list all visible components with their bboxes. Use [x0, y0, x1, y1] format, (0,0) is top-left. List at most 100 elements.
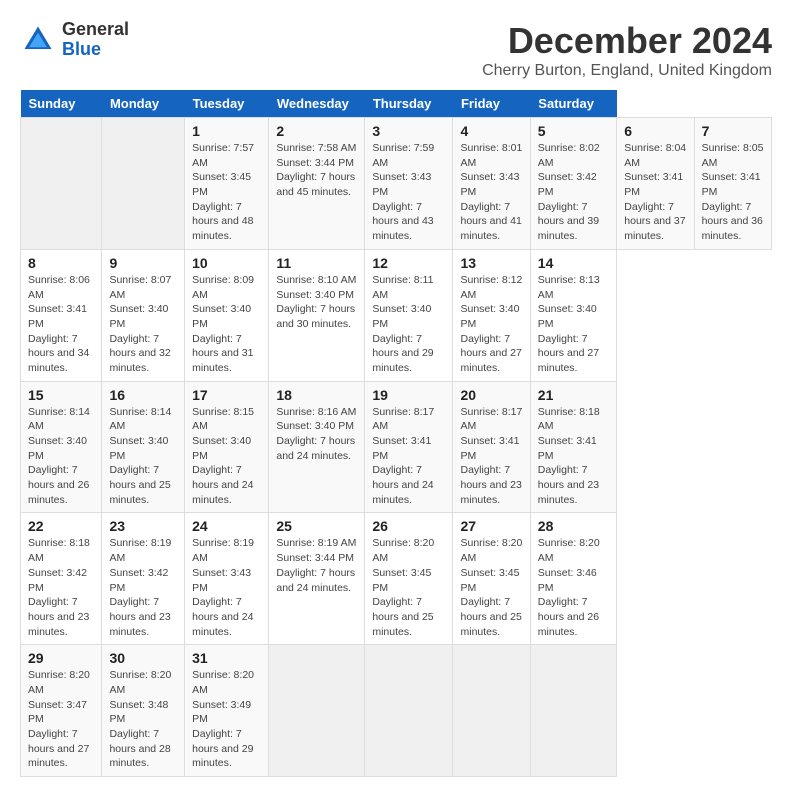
day-number: 24 [192, 518, 261, 534]
calendar-cell: 30Sunrise: 8:20 AMSunset: 3:48 PMDayligh… [102, 645, 185, 777]
day-number: 13 [460, 255, 522, 271]
day-number: 20 [460, 387, 522, 403]
day-detail: Sunrise: 8:19 AMSunset: 3:43 PMDaylight:… [192, 537, 254, 637]
calendar-cell: 27 Sunrise: 8:20 AMSunset: 3:45 PMDayligh… [453, 513, 530, 645]
calendar-cell: 6 Sunrise: 8:04 AMSunset: 3:41 PMDaylight… [617, 118, 694, 250]
logo-text: General Blue [62, 20, 129, 60]
day-detail: Sunrise: 8:16 AMSunset: 3:40 PMDaylight:… [276, 406, 356, 462]
day-detail: Sunrise: 8:01 AMSunset: 3:43 PMDaylight:… [460, 142, 522, 242]
day-detail: Sunrise: 8:04 AMSunset: 3:41 PMDaylight:… [624, 142, 686, 242]
calendar-cell: 20 Sunrise: 8:17 AMSunset: 3:41 PMDayligh… [453, 381, 530, 513]
calendar-cell: 14Sunrise: 8:13 AMSunset: 3:40 PMDayligh… [530, 249, 616, 381]
day-number: 26 [372, 518, 445, 534]
header: General Blue December 2024 Cherry Burton… [20, 20, 772, 80]
calendar-cell: 8Sunrise: 8:06 AMSunset: 3:41 PMDaylight… [21, 249, 102, 381]
calendar-cell [21, 118, 102, 250]
header-day: Saturday [530, 90, 616, 118]
day-detail: Sunrise: 8:14 AMSunset: 3:40 PMDaylight:… [28, 406, 90, 506]
day-detail: Sunrise: 8:20 AMSunset: 3:47 PMDaylight:… [28, 669, 90, 769]
header-day: Tuesday [185, 90, 269, 118]
day-detail: Sunrise: 8:12 AMSunset: 3:40 PMDaylight:… [460, 274, 522, 374]
calendar-cell: 2 Sunrise: 7:58 AMSunset: 3:44 PMDaylight… [269, 118, 365, 250]
day-number: 18 [276, 387, 357, 403]
calendar-row: 15 Sunrise: 8:14 AMSunset: 3:40 PMDayligh… [21, 381, 772, 513]
day-number: 5 [538, 123, 609, 139]
day-number: 17 [192, 387, 261, 403]
day-detail: Sunrise: 8:06 AMSunset: 3:41 PMDaylight:… [28, 274, 90, 374]
calendar-cell: 9Sunrise: 8:07 AMSunset: 3:40 PMDaylight… [102, 249, 185, 381]
day-detail: Sunrise: 8:19 AMSunset: 3:42 PMDaylight:… [109, 537, 171, 637]
calendar-cell: 24 Sunrise: 8:19 AMSunset: 3:43 PMDayligh… [185, 513, 269, 645]
day-number: 10 [192, 255, 261, 271]
header-day: Friday [453, 90, 530, 118]
day-detail: Sunrise: 8:18 AMSunset: 3:42 PMDaylight:… [28, 537, 90, 637]
day-detail: Sunrise: 8:17 AMSunset: 3:41 PMDaylight:… [460, 406, 522, 506]
calendar-cell [365, 645, 453, 777]
day-detail: Sunrise: 7:57 AMSunset: 3:45 PMDaylight:… [192, 142, 254, 242]
calendar-cell: 12Sunrise: 8:11 AMSunset: 3:40 PMDayligh… [365, 249, 453, 381]
calendar-cell: 13 Sunrise: 8:12 AMSunset: 3:40 PMDayligh… [453, 249, 530, 381]
calendar-cell: 11 Sunrise: 8:10 AMSunset: 3:40 PMDayligh… [269, 249, 365, 381]
day-detail: Sunrise: 8:17 AMSunset: 3:41 PMDaylight:… [372, 406, 434, 506]
day-detail: Sunrise: 8:18 AMSunset: 3:41 PMDaylight:… [538, 406, 600, 506]
calendar-cell: 26 Sunrise: 8:20 AMSunset: 3:45 PMDayligh… [365, 513, 453, 645]
day-number: 12 [372, 255, 445, 271]
calendar-table: SundayMondayTuesdayWednesdayThursdayFrid… [20, 90, 772, 777]
day-detail: Sunrise: 8:19 AMSunset: 3:44 PMDaylight:… [276, 537, 356, 593]
location-title: Cherry Burton, England, United Kingdom [482, 62, 772, 80]
day-number: 23 [109, 518, 177, 534]
header-row: SundayMondayTuesdayWednesdayThursdayFrid… [21, 90, 772, 118]
calendar-row: 1Sunrise: 7:57 AMSunset: 3:45 PMDaylight… [21, 118, 772, 250]
day-number: 6 [624, 123, 686, 139]
day-number: 16 [109, 387, 177, 403]
day-detail: Sunrise: 8:20 AMSunset: 3:45 PMDaylight:… [372, 537, 434, 637]
calendar-cell: 29 Sunrise: 8:20 AMSunset: 3:47 PMDayligh… [21, 645, 102, 777]
calendar-cell: 10 Sunrise: 8:09 AMSunset: 3:40 PMDayligh… [185, 249, 269, 381]
calendar-cell: 4 Sunrise: 8:01 AMSunset: 3:43 PMDaylight… [453, 118, 530, 250]
day-detail: Sunrise: 7:58 AMSunset: 3:44 PMDaylight:… [276, 142, 356, 198]
day-detail: Sunrise: 8:13 AMSunset: 3:40 PMDaylight:… [538, 274, 600, 374]
day-number: 21 [538, 387, 609, 403]
day-detail: Sunrise: 8:05 AMSunset: 3:41 PMDaylight:… [702, 142, 764, 242]
day-detail: Sunrise: 8:15 AMSunset: 3:40 PMDaylight:… [192, 406, 254, 506]
title-block: December 2024 Cherry Burton, England, Un… [482, 20, 772, 80]
day-number: 31 [192, 650, 261, 666]
calendar-cell: 19Sunrise: 8:17 AMSunset: 3:41 PMDayligh… [365, 381, 453, 513]
header-day: Monday [102, 90, 185, 118]
day-detail: Sunrise: 8:10 AMSunset: 3:40 PMDaylight:… [276, 274, 356, 330]
logo: General Blue [20, 20, 129, 60]
day-number: 28 [538, 518, 609, 534]
logo-icon [20, 22, 56, 58]
day-detail: Sunrise: 8:09 AMSunset: 3:40 PMDaylight:… [192, 274, 254, 374]
day-number: 25 [276, 518, 357, 534]
calendar-cell [530, 645, 616, 777]
day-number: 7 [702, 123, 764, 139]
day-detail: Sunrise: 8:20 AMSunset: 3:46 PMDaylight:… [538, 537, 600, 637]
day-detail: Sunrise: 7:59 AMSunset: 3:43 PMDaylight:… [372, 142, 434, 242]
calendar-row: 29 Sunrise: 8:20 AMSunset: 3:47 PMDayligh… [21, 645, 772, 777]
calendar-cell [269, 645, 365, 777]
calendar-cell: 15 Sunrise: 8:14 AMSunset: 3:40 PMDayligh… [21, 381, 102, 513]
calendar-cell: 25 Sunrise: 8:19 AMSunset: 3:44 PMDayligh… [269, 513, 365, 645]
day-detail: Sunrise: 8:20 AMSunset: 3:48 PMDaylight:… [109, 669, 171, 769]
day-number: 27 [460, 518, 522, 534]
calendar-cell [102, 118, 185, 250]
calendar-cell: 18 Sunrise: 8:16 AMSunset: 3:40 PMDayligh… [269, 381, 365, 513]
day-number: 4 [460, 123, 522, 139]
header-day: Wednesday [269, 90, 365, 118]
calendar-cell: 28 Sunrise: 8:20 AMSunset: 3:46 PMDayligh… [530, 513, 616, 645]
day-number: 2 [276, 123, 357, 139]
day-number: 29 [28, 650, 94, 666]
calendar-cell: 17 Sunrise: 8:15 AMSunset: 3:40 PMDayligh… [185, 381, 269, 513]
day-number: 11 [276, 255, 357, 271]
day-detail: Sunrise: 8:02 AMSunset: 3:42 PMDaylight:… [538, 142, 600, 242]
calendar-cell: 22Sunrise: 8:18 AMSunset: 3:42 PMDayligh… [21, 513, 102, 645]
day-detail: Sunrise: 8:20 AMSunset: 3:49 PMDaylight:… [192, 669, 254, 769]
day-number: 15 [28, 387, 94, 403]
calendar-row: 8Sunrise: 8:06 AMSunset: 3:41 PMDaylight… [21, 249, 772, 381]
calendar-cell: 16Sunrise: 8:14 AMSunset: 3:40 PMDayligh… [102, 381, 185, 513]
calendar-cell: 31 Sunrise: 8:20 AMSunset: 3:49 PMDayligh… [185, 645, 269, 777]
day-detail: Sunrise: 8:20 AMSunset: 3:45 PMDaylight:… [460, 537, 522, 637]
calendar-row: 22Sunrise: 8:18 AMSunset: 3:42 PMDayligh… [21, 513, 772, 645]
day-detail: Sunrise: 8:07 AMSunset: 3:40 PMDaylight:… [109, 274, 171, 374]
